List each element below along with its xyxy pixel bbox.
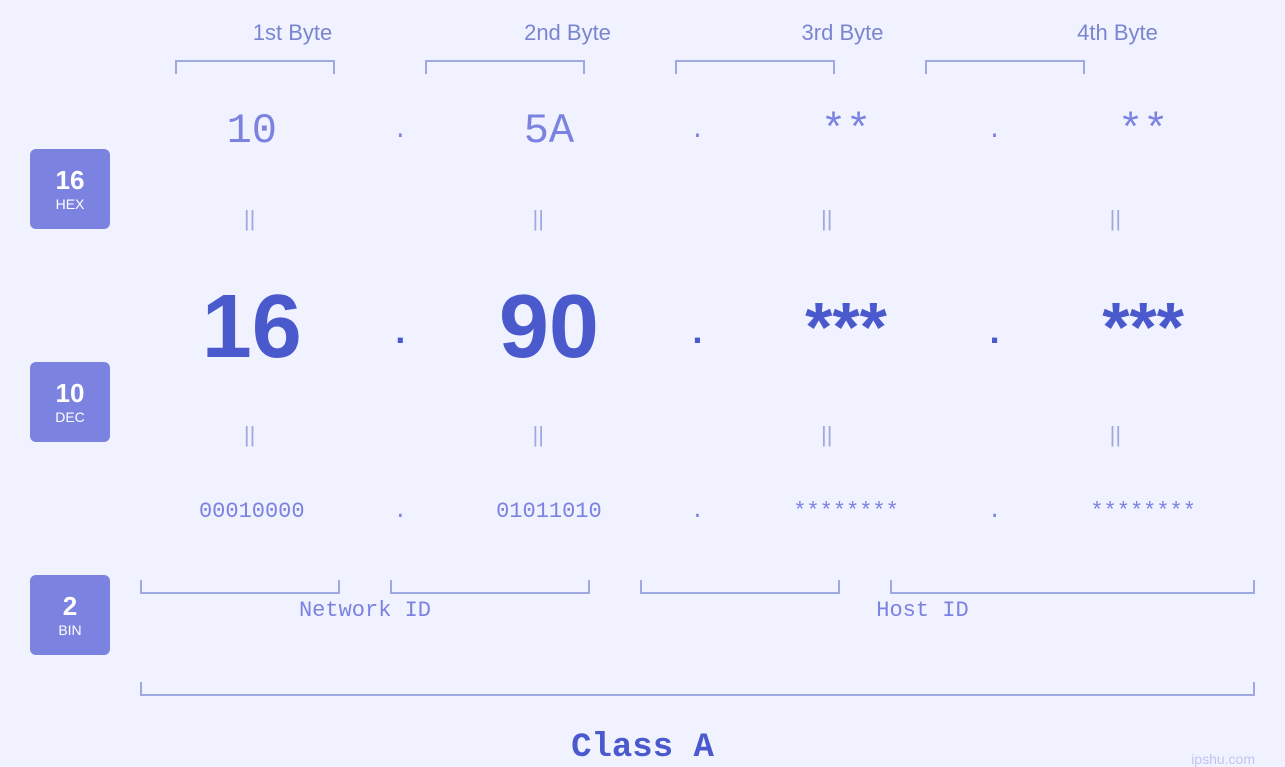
bin-b1-value: 00010000	[199, 499, 305, 524]
dot-sep-1	[355, 51, 405, 82]
bottom-brackets	[140, 580, 1255, 594]
bin-dot-3: .	[970, 499, 1020, 524]
class-row: Class A ipshu.com	[0, 729, 1285, 767]
badges-column: 16 HEX 10 DEC 2 BIN	[0, 82, 140, 721]
hex-b1-cell: 10	[152, 107, 352, 155]
top-bracket-row	[0, 51, 1285, 82]
bracket-group-1	[155, 60, 355, 74]
eq-1-b4: ||	[1015, 206, 1215, 232]
byte-4-label: 4th Byte	[1018, 20, 1218, 46]
hex-badge: 16 HEX	[30, 149, 110, 229]
hex-b3-value: **	[821, 107, 871, 155]
dec-b4-cell: ***	[1043, 292, 1243, 362]
bottom-bracket-area: Network ID Host ID	[140, 580, 1255, 623]
hex-b1-value: 10	[227, 107, 277, 155]
eq-2-b1: ||	[150, 422, 350, 448]
equals-row-2: || || || ||	[140, 422, 1255, 448]
bin-b2-value: 01011010	[496, 499, 602, 524]
bin-badge: 2 BIN	[30, 575, 110, 655]
hex-b3-cell: **	[746, 107, 946, 155]
dec-badge-label: DEC	[55, 409, 85, 425]
bottom-labels: Network ID Host ID	[140, 598, 1255, 623]
class-label: Class A	[571, 729, 714, 767]
dec-badge-num: 10	[56, 378, 85, 409]
byte-3-label: 3rd Byte	[743, 20, 943, 46]
bracket-group-2	[405, 60, 605, 74]
dec-b2-value: 90	[499, 282, 599, 372]
watermark: ipshu.com	[1191, 751, 1255, 767]
eq-1-b2: ||	[438, 206, 638, 232]
byte-2-label: 2nd Byte	[468, 20, 668, 46]
equals-row-1: || || || ||	[140, 206, 1255, 232]
bracket-group-4	[905, 60, 1105, 74]
hex-b2-cell: 5A	[449, 107, 649, 155]
bracket-line-2	[425, 60, 585, 74]
net-bracket-left	[140, 580, 340, 594]
host-bracket-left	[640, 580, 840, 594]
bin-dot-2: .	[672, 499, 722, 524]
eq-2-b4: ||	[1015, 422, 1215, 448]
hex-dot-1: .	[375, 118, 425, 145]
bracket-line-1	[175, 60, 335, 74]
dec-b1-value: 16	[202, 282, 302, 372]
host-id-label: Host ID	[590, 598, 1255, 623]
eq-1-b1: ||	[150, 206, 350, 232]
dec-b2-cell: 90	[449, 282, 649, 372]
bin-badge-num: 2	[63, 591, 77, 622]
eq-2-b2: ||	[438, 422, 638, 448]
dec-b3-cell: ***	[746, 292, 946, 362]
bin-b4-value: ********	[1090, 499, 1196, 524]
bracket-line-4	[925, 60, 1085, 74]
content-column: 10 . 5A . ** . ** || ||	[140, 82, 1285, 721]
dec-b1-cell: 16	[152, 282, 352, 372]
bin-badge-label: BIN	[58, 622, 81, 638]
eq-2-b3: ||	[727, 422, 927, 448]
overall-bracket	[140, 682, 1255, 696]
body-area: 16 HEX 10 DEC 2 BIN 10 . 5A	[0, 82, 1285, 721]
bracket-group-3	[655, 60, 855, 74]
dot-sep-2	[605, 51, 655, 82]
bin-b1-cell: 00010000	[152, 499, 352, 524]
dec-badge: 10 DEC	[30, 362, 110, 442]
eq-1-b3: ||	[727, 206, 927, 232]
net-bracket-right	[390, 580, 590, 594]
bin-b3-cell: ********	[746, 499, 946, 524]
dec-b3-value: ***	[805, 292, 887, 362]
main-container: 1st Byte 2nd Byte 3rd Byte 4th Byte 16 H…	[0, 0, 1285, 767]
host-bracket-right	[890, 580, 1255, 594]
dec-dot-1: .	[375, 313, 425, 372]
hex-b4-cell: **	[1043, 107, 1243, 155]
network-id-label: Network ID	[140, 598, 590, 623]
hex-badge-num: 16	[56, 165, 85, 196]
bracket-line-3	[675, 60, 835, 74]
byte-headers: 1st Byte 2nd Byte 3rd Byte 4th Byte	[0, 20, 1285, 46]
hex-dot-2: .	[672, 118, 722, 145]
bin-dot-1: .	[375, 499, 425, 524]
bin-b3-value: ********	[793, 499, 899, 524]
byte-1-label: 1st Byte	[193, 20, 393, 46]
hex-b2-value: 5A	[524, 107, 574, 155]
hex-badge-label: HEX	[56, 196, 85, 212]
dec-dot-3: .	[970, 313, 1020, 372]
dec-dot-2: .	[672, 313, 722, 372]
dec-b4-value: ***	[1102, 292, 1184, 362]
dot-sep-3	[855, 51, 905, 82]
hex-row: 10 . 5A . ** . **	[140, 107, 1255, 155]
hex-b4-value: **	[1118, 107, 1168, 155]
bin-b4-cell: ********	[1043, 499, 1243, 524]
bin-row: 00010000 . 01011010 . ******** . *******…	[140, 499, 1255, 524]
dec-row: 16 . 90 . *** . ***	[140, 282, 1255, 372]
bin-b2-cell: 01011010	[449, 499, 649, 524]
hex-dot-3: .	[970, 118, 1020, 145]
